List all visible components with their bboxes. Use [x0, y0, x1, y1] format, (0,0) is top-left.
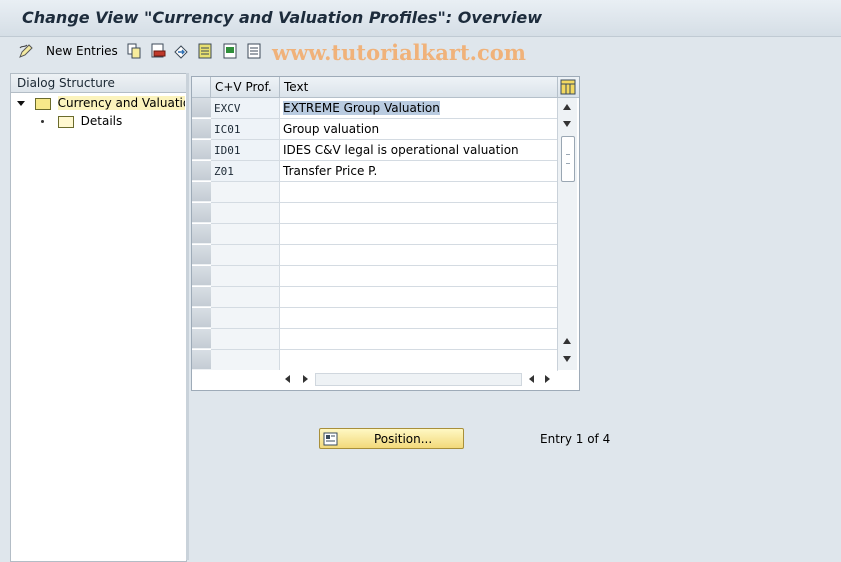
empty-cell[interactable] [211, 182, 280, 203]
scroll-up-bottom-arrow-icon[interactable] [563, 338, 571, 344]
select-all-icon [198, 43, 212, 59]
empty-cell[interactable] [211, 203, 280, 224]
scroll-down-top-arrow-icon[interactable] [563, 121, 571, 127]
dialog-structure-header: Dialog Structure [11, 74, 186, 93]
delete-icon [151, 43, 166, 58]
panel-splitter[interactable] [186, 73, 189, 560]
position-button-label: Position... [374, 432, 433, 446]
cell-text[interactable]: IDES C&V legal is operational valuation [280, 140, 558, 161]
empty-cell[interactable] [280, 245, 558, 266]
row-selector[interactable] [192, 329, 211, 349]
scroll-track[interactable] [315, 373, 522, 386]
row-selector[interactable] [192, 140, 211, 160]
empty-cell[interactable] [280, 203, 558, 224]
watermark-text: www.tutorialkart.com [272, 40, 526, 65]
tree-item-currency-valuation[interactable]: Currency and Valuation Profiles [17, 94, 185, 112]
undo-change-button[interactable] [173, 42, 190, 60]
bullet-icon [41, 120, 44, 123]
row-selector[interactable] [192, 161, 211, 181]
title-bar: Change View "Currency and Valuation Prof… [0, 0, 841, 37]
expand-triangle-icon[interactable] [17, 101, 25, 106]
row-selector[interactable] [192, 266, 211, 286]
profiles-table: C+V Prof. Text EXCV EXTREME Group Valuat… [191, 76, 580, 391]
tree-item-details[interactable]: Details [41, 112, 122, 130]
copy-as-button[interactable] [127, 42, 142, 60]
cell-text[interactable]: Group valuation [280, 119, 558, 140]
copy-icon [127, 43, 141, 59]
new-entries-label: New Entries [46, 44, 118, 58]
position-icon [323, 432, 338, 446]
empty-cell[interactable] [280, 182, 558, 203]
empty-cell[interactable] [211, 245, 280, 266]
cell-cv-prof[interactable]: Z01 [211, 161, 280, 182]
cell-cv-prof[interactable]: ID01 [211, 140, 280, 161]
cell-text[interactable]: EXTREME Group Valuation [280, 98, 558, 119]
empty-cell[interactable] [280, 350, 558, 371]
row-selector[interactable] [192, 98, 211, 118]
cell-cv-prof[interactable]: EXCV [211, 98, 280, 119]
row-selector[interactable] [192, 203, 211, 223]
scroll-down-bottom-arrow-icon[interactable] [563, 356, 571, 362]
row-selector[interactable] [192, 182, 211, 202]
empty-cell[interactable] [211, 308, 280, 329]
row-selector[interactable] [192, 350, 211, 370]
dialog-structure-panel: Dialog Structure Currency and Valuation … [10, 73, 187, 562]
cell-text[interactable]: Transfer Price P. [280, 161, 558, 182]
edit-pen-icon [19, 44, 33, 58]
empty-cell[interactable] [211, 287, 280, 308]
select-block-button[interactable] [223, 42, 238, 60]
column-header-cv-prof[interactable]: C+V Prof. [211, 77, 280, 98]
row-selector[interactable] [192, 245, 211, 265]
scroll-left-arrow-icon[interactable] [285, 375, 290, 383]
tree-item-label: Currency and Valuation Profiles [57, 96, 185, 110]
scroll-right-end-arrow-icon[interactable] [545, 375, 550, 383]
deselect-all-icon [247, 43, 261, 59]
column-header-text[interactable]: Text [280, 77, 558, 98]
scroll-left-end-arrow-icon[interactable] [529, 375, 534, 383]
empty-cell[interactable] [211, 224, 280, 245]
empty-cell[interactable] [280, 224, 558, 245]
display-change-button[interactable] [18, 42, 34, 60]
select-all-rows-corner[interactable] [192, 77, 211, 98]
undo-icon [174, 45, 188, 59]
select-all-button[interactable] [198, 42, 213, 60]
column-settings-button[interactable] [558, 77, 579, 98]
row-selector[interactable] [192, 287, 211, 307]
cell-text-value: EXTREME Group Valuation [283, 101, 440, 115]
cell-cv-prof[interactable]: IC01 [211, 119, 280, 140]
folder-icon [57, 115, 74, 128]
scroll-up-top-arrow-icon[interactable] [563, 104, 571, 110]
entry-counter: Entry 1 of 4 [540, 432, 611, 446]
empty-cell[interactable] [280, 308, 558, 329]
table-vertical-scrollbar[interactable] [557, 98, 577, 370]
empty-cell[interactable] [211, 329, 280, 350]
table-settings-icon [560, 79, 576, 95]
table-horizontal-scrollbar[interactable] [211, 370, 557, 388]
scroll-thumb[interactable] [561, 136, 575, 182]
delete-button[interactable] [151, 42, 166, 60]
page-title: Change View "Currency and Valuation Prof… [22, 8, 543, 27]
position-button[interactable]: Position... [319, 428, 464, 449]
deselect-all-button[interactable] [247, 42, 262, 60]
empty-cell[interactable] [280, 329, 558, 350]
new-entries-button[interactable]: New Entries [46, 42, 118, 60]
row-selector[interactable] [192, 224, 211, 244]
empty-cell[interactable] [280, 287, 558, 308]
select-block-icon [223, 43, 237, 59]
tree-item-label: Details [80, 114, 123, 128]
empty-cell[interactable] [211, 350, 280, 371]
scroll-right-arrow-icon[interactable] [303, 375, 308, 383]
empty-cell[interactable] [280, 266, 558, 287]
empty-cell[interactable] [211, 266, 280, 287]
folder-open-icon [34, 97, 51, 110]
row-selector[interactable] [192, 119, 211, 139]
row-selector[interactable] [192, 308, 211, 328]
